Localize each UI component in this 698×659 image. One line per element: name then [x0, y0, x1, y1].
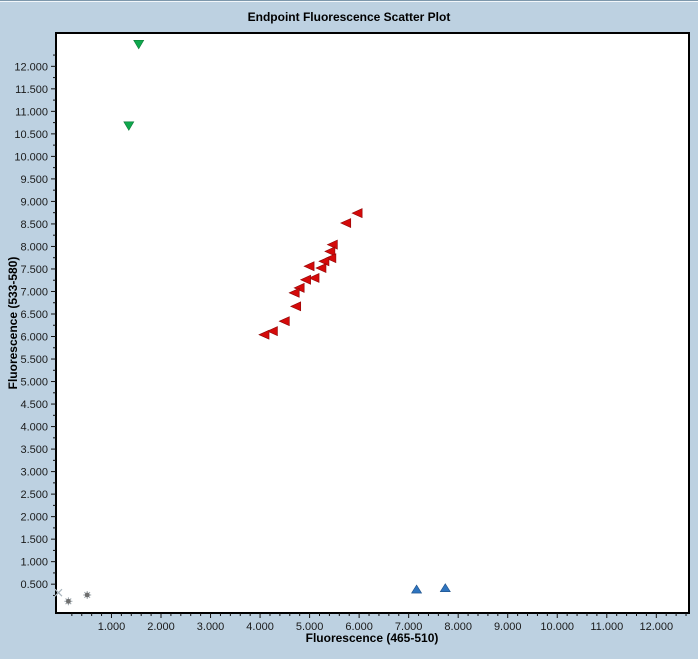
x-tick-label: 3.000 — [197, 621, 225, 633]
x-axis-title: Fluorescence (465-510) — [305, 631, 439, 645]
x-tick-label: 12.000 — [639, 621, 673, 633]
data-point-gray-asterisk[interactable] — [84, 592, 90, 598]
y-tick-label: 4.500 — [20, 399, 48, 411]
data-point-gray-asterisk[interactable] — [65, 598, 71, 604]
y-tick-label: 3.500 — [20, 444, 48, 456]
y-tick-label: 0.500 — [20, 579, 48, 591]
x-tick-label: 10.000 — [540, 621, 574, 633]
y-tick-label: 5.500 — [20, 354, 48, 366]
x-tick-label: 8.000 — [444, 621, 472, 633]
y-tick-label: 7.500 — [20, 264, 48, 276]
y-tick-label: 1.000 — [20, 557, 48, 569]
plot-area[interactable] — [55, 32, 690, 614]
y-tick-label: 11.500 — [15, 84, 48, 96]
y-tick-label: 2.500 — [20, 489, 48, 501]
y-tick-label: 9.500 — [20, 174, 48, 186]
y-tick-label: 2.000 — [20, 512, 48, 524]
y-tick-label: 8.500 — [20, 219, 48, 231]
y-tick-label: 10.000 — [14, 151, 48, 163]
x-tick-label: 1.000 — [98, 621, 126, 633]
y-tick-label: 5.000 — [20, 377, 48, 389]
y-tick-label: 9.000 — [20, 196, 48, 208]
y-tick-label: 3.000 — [20, 467, 48, 479]
y-tick-label: 8.000 — [20, 241, 48, 253]
scatter-plot-canvas[interactable]: 1.000 2.000 3.000 4.000 5.000 6.000 7.000 8.000… — [0, 0, 698, 659]
y-tick-label: 6.500 — [20, 309, 48, 321]
x-tick-label: 2.000 — [147, 621, 175, 633]
y-tick-label: 12.000 — [14, 61, 48, 73]
y-tick-label: 7.000 — [20, 286, 48, 298]
x-tick-label: 11.000 — [590, 621, 623, 633]
x-tick-label: 4.000 — [246, 621, 274, 633]
y-tick-label: 11.000 — [15, 106, 48, 118]
y-tick-label: 1.500 — [20, 534, 48, 546]
x-tick-label: 9.000 — [494, 621, 522, 633]
y-tick-label: 6.000 — [20, 332, 48, 344]
y-tick-label: 4.000 — [20, 422, 48, 434]
window: Endpoint Fluorescence Scatter Plot 1.000… — [0, 0, 698, 659]
y-axis-title: Fluorescence (533-580) — [6, 256, 20, 390]
y-tick-label: 10.500 — [14, 129, 48, 141]
